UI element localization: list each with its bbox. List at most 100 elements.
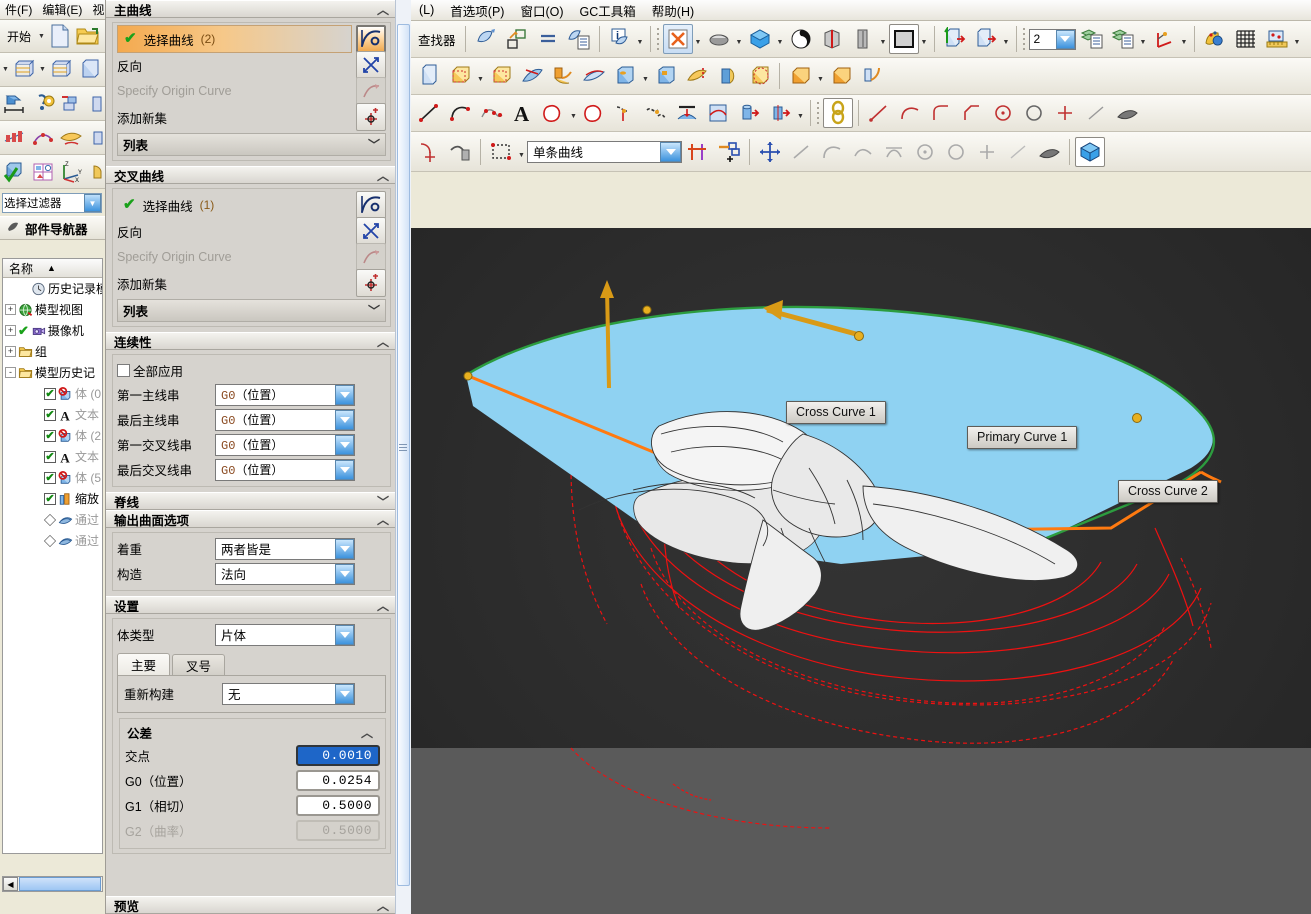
extra-tool-icon[interactable] (86, 91, 105, 117)
show-hide-icon[interactable] (940, 24, 970, 54)
tree-row[interactable]: ✔ 体 (0 (3, 383, 102, 404)
menu-tools[interactable]: (L) (411, 3, 442, 17)
menu-view[interactable]: 视 (87, 1, 105, 18)
move-object-icon[interactable] (502, 24, 532, 54)
preview-collapse-icon[interactable]: ︿ (374, 897, 392, 914)
object-display-icon[interactable] (1200, 24, 1230, 54)
arc-gray-icon[interactable] (817, 137, 847, 167)
menu-edit[interactable]: 编辑(E) (37, 1, 87, 18)
collapse-icon[interactable]: - (5, 367, 16, 378)
unite-icon[interactable] (785, 61, 815, 91)
primary-add-new-set-row[interactable]: 添加新集 (117, 103, 386, 131)
datum-csys-chevron-down-icon[interactable]: ▼ (476, 61, 485, 91)
section-header-tolerance[interactable]: 公差 ︿ (125, 721, 380, 743)
graphics-viewport[interactable]: Cross Curve 1 Primary Curve 1 Cross Curve … (411, 228, 1311, 914)
start-chevron-down-icon[interactable]: ▼ (38, 23, 45, 49)
apply-all-checkbox-row[interactable]: 全部应用 (117, 358, 386, 382)
scroll-left-arrow-icon[interactable]: ◀ (3, 877, 18, 891)
tolerance-row-value-field[interactable]: 0.5000 (296, 795, 380, 816)
cross-list-bar[interactable]: 列表 ﹀ (117, 299, 386, 322)
more-view-icon[interactable] (86, 159, 105, 185)
hide-chevron-down-icon[interactable]: ▼ (1002, 24, 1011, 54)
finder-button[interactable]: 查找器 (414, 30, 460, 49)
associative-chain-icon[interactable] (823, 98, 853, 128)
work-layer-combo[interactable]: 2 (1028, 28, 1076, 50)
dialog-vertical-scrollbar[interactable] (395, 0, 411, 914)
expand-icon[interactable]: + (5, 346, 16, 357)
layer-settings-icon[interactable] (11, 57, 37, 83)
tree-checkbox-checked[interactable]: ✔ (44, 471, 56, 484)
boss-icon[interactable] (651, 61, 681, 91)
tree-row[interactable]: 通过 (3, 530, 102, 551)
viewport-curve-label[interactable]: Cross Curve 2 (1118, 480, 1218, 503)
sort-ascending-icon[interactable]: ▲ (47, 263, 56, 273)
wcs-axis-icon[interactable]: Z YX (58, 159, 84, 185)
measure-icon[interactable] (1262, 24, 1292, 54)
section-view-icon[interactable] (817, 24, 847, 54)
measure-distance-icon[interactable] (2, 91, 28, 117)
clip-view-chevron-down-icon[interactable]: ▼ (879, 24, 888, 54)
rectangle-select-icon[interactable] (486, 137, 516, 167)
section-header-settings[interactable]: 设置 ︿ (106, 596, 396, 614)
layer-history-chevron-icon[interactable]: ▼ (2, 57, 9, 83)
cross-select-curve-icon-button[interactable] (356, 191, 386, 219)
dialog-scrollbar-thumb[interactable] (397, 24, 410, 886)
circle-gray-icon[interactable] (941, 137, 971, 167)
start-menu-button[interactable]: 开始 (2, 23, 36, 49)
tree-row[interactable]: ✔ 缩放 (3, 488, 102, 509)
tolerance-row-value-field[interactable]: 0.0254 (296, 770, 380, 791)
expand-icon[interactable]: + (5, 304, 16, 315)
tolerance-row-value-field[interactable]: 0.0010 (296, 745, 380, 766)
section-header-primary-curves[interactable]: 主曲线 ︿ (106, 0, 396, 18)
tree-row[interactable]: ✔ A 文本 (3, 446, 102, 467)
shading-toggle-icon[interactable] (786, 24, 816, 54)
continuity-row-combo[interactable]: G0（位置） (215, 408, 355, 431)
shaded-view-chevron-down-icon[interactable]: ▼ (776, 24, 785, 54)
output-surface-options-collapse-icon[interactable]: ︿ (374, 511, 392, 528)
revolve-icon[interactable] (517, 61, 547, 91)
tolerance-collapse-icon[interactable]: ︿ (358, 724, 376, 741)
cross-select-curve-row[interactable]: ✔ 选择曲线 (1) (117, 191, 386, 219)
law-curve-icon[interactable] (2, 125, 28, 151)
tree-checkbox-checked[interactable]: ✔ (44, 408, 56, 421)
background-color-icon[interactable] (888, 24, 919, 54)
surface-gray-icon[interactable] (1034, 137, 1064, 167)
tree-row[interactable]: ✔ A 文本 (3, 404, 102, 425)
output-surface-row[interactable]: 构造 法向 (117, 561, 386, 586)
tree-row[interactable]: ✔ 体 (2 (3, 425, 102, 446)
wcs-chevron-down-icon[interactable]: ▼ (1180, 24, 1189, 54)
continuity-row-chevron-down-icon[interactable] (335, 384, 354, 405)
viewport-curve-label[interactable]: Cross Curve 1 (786, 401, 886, 424)
pattern-feature-icon[interactable] (744, 61, 774, 91)
unite-chevron-down-icon[interactable]: ▼ (816, 61, 825, 91)
continuity-row-chevron-down-icon[interactable] (335, 459, 354, 480)
cross-curves-collapse-icon[interactable]: ︿ (374, 167, 392, 184)
curve-toolbar-grip-icon[interactable] (816, 100, 822, 126)
cross-reverse-row[interactable]: 反向 (117, 217, 386, 245)
menu-file[interactable]: 件(F) (0, 1, 37, 18)
spline-gray-icon[interactable] (848, 137, 878, 167)
arc-simple-icon[interactable] (895, 98, 925, 128)
section-header-output-surface-options[interactable]: 输出曲面选项 ︿ (106, 510, 396, 528)
tree-horizontal-scrollbar[interactable]: ◀ (2, 876, 103, 892)
new-file-icon[interactable] (47, 23, 73, 49)
hole-icon[interactable] (610, 61, 640, 91)
menu-help[interactable]: 帮助(H) (644, 1, 702, 20)
rotate-view-icon[interactable] (704, 24, 734, 54)
menu-preferences[interactable]: 首选项(P) (442, 1, 512, 20)
section-header-preview[interactable]: 预览 ︿ (106, 896, 396, 914)
primary-add-new-set-icon-button[interactable] (356, 103, 386, 131)
continuity-row-combo[interactable]: G0（位置） (215, 458, 355, 481)
primary-select-curve-icon-button[interactable] (356, 25, 386, 53)
primary-curves-collapse-icon[interactable]: ︿ (374, 1, 392, 18)
model-update-icon[interactable] (30, 91, 56, 117)
fillet-icon[interactable] (926, 98, 956, 128)
continuity-row-chevron-down-icon[interactable] (335, 409, 354, 430)
tree-row[interactable]: 通过 (3, 509, 102, 530)
bridge-curve-icon[interactable] (765, 98, 795, 128)
menu-window[interactable]: 窗口(O) (512, 1, 571, 20)
line-thin-icon[interactable] (1081, 98, 1111, 128)
isoparametric-curve-icon[interactable] (703, 98, 733, 128)
follow-fillet-icon[interactable] (714, 137, 744, 167)
continuity-collapse-icon[interactable]: ︿ (374, 333, 392, 350)
